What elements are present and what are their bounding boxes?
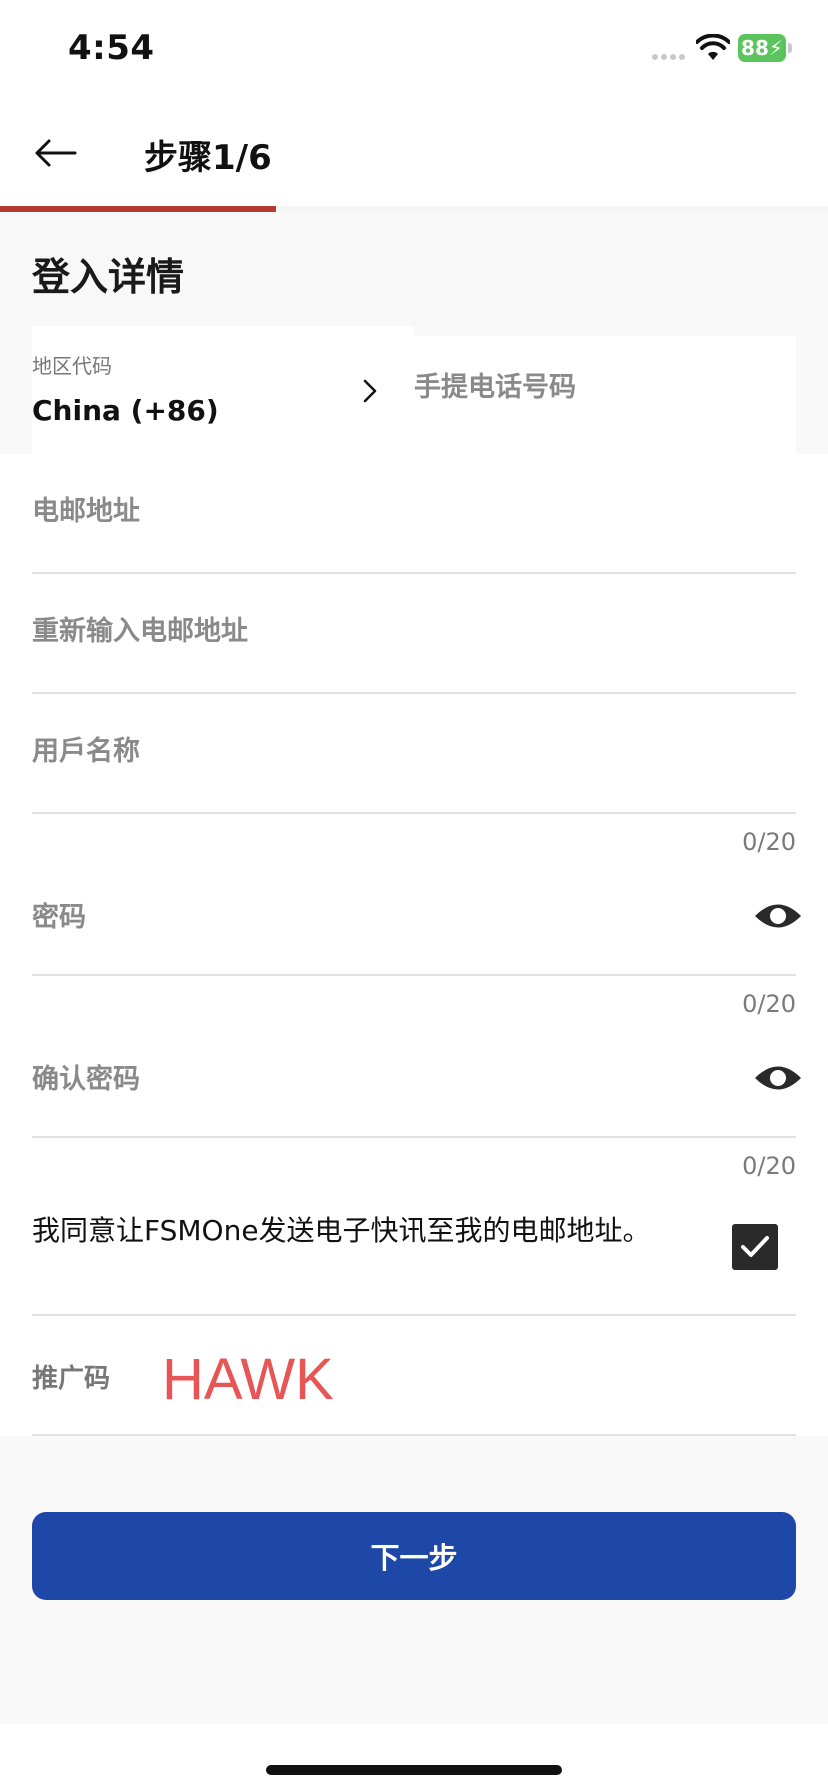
step-title: 步骤1/6 <box>144 138 272 178</box>
password-confirm-counter: 0/20 <box>742 1152 796 1180</box>
phone-number-input[interactable] <box>414 372 828 403</box>
region-code-value: China (+86) <box>32 394 219 427</box>
phone-number-field <box>414 336 828 454</box>
password-input[interactable] <box>32 902 592 933</box>
promo-code-input[interactable] <box>162 1346 662 1413</box>
wifi-icon <box>695 33 731 66</box>
password-confirm-field <box>32 1022 801 1138</box>
promo-code-field: 推广码 <box>32 1316 796 1436</box>
checkmark-icon <box>741 1236 769 1257</box>
battery-icon: 88 ⚡ <box>738 34 786 62</box>
region-code-label: 地区代码 <box>32 354 112 378</box>
back-button[interactable] <box>30 128 80 178</box>
next-button[interactable]: 下一步 <box>32 1512 796 1600</box>
section-heading: 登入详情 <box>32 255 185 299</box>
username-counter: 0/20 <box>742 828 796 856</box>
email-input[interactable] <box>32 496 592 527</box>
chevron-right-icon <box>362 378 378 408</box>
username-field <box>32 694 796 814</box>
battery-level: 88 <box>741 36 769 60</box>
region-code-selector[interactable]: 地区代码 China (+86) <box>32 326 414 454</box>
username-input[interactable] <box>32 736 592 767</box>
charging-bolt-icon: ⚡ <box>768 36 783 60</box>
password-field <box>32 860 801 976</box>
email-confirm-input[interactable] <box>32 616 592 647</box>
password-counter: 0/20 <box>742 990 796 1018</box>
status-time: 4:54 <box>68 28 155 68</box>
email-confirm-field <box>32 574 796 694</box>
newsletter-consent-text: 我同意让FSMOne发送电子快讯至我的电邮地址。 <box>32 1214 651 1247</box>
battery-tip <box>788 43 792 53</box>
status-bar: 4:54 88 ⚡ <box>0 0 828 100</box>
cellular-signal-icon <box>652 54 685 60</box>
password-confirm-input[interactable] <box>32 1064 592 1095</box>
home-indicator <box>266 1765 562 1775</box>
show-confirm-password-button[interactable] <box>750 1058 806 1098</box>
eye-icon <box>755 904 801 928</box>
nav-bar: 步骤1/6 <box>0 100 828 208</box>
eye-icon <box>755 1066 801 1090</box>
back-arrow-icon <box>35 139 77 167</box>
email-field <box>32 454 796 574</box>
newsletter-consent-checkbox[interactable] <box>732 1224 778 1270</box>
promo-code-label: 推广码 <box>32 1364 111 1394</box>
show-password-button[interactable] <box>750 896 806 936</box>
